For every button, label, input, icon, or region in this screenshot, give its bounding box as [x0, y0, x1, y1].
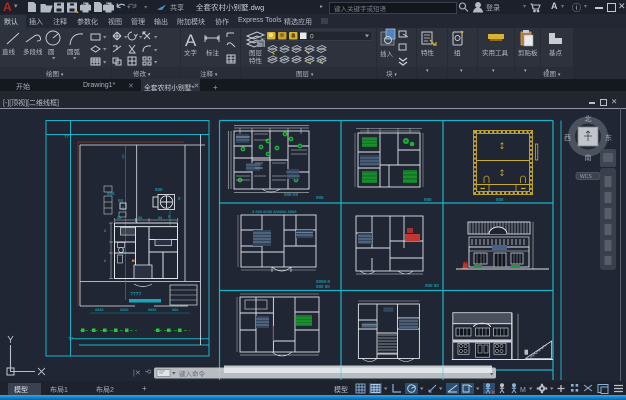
svg-text:????: ????	[130, 292, 141, 298]
svg-text:888: 888	[496, 197, 504, 202]
svg-text:8888: 8888	[95, 308, 103, 312]
svg-text:多段线: 多段线	[23, 47, 43, 56]
svg-text:圆弧: 圆弧	[67, 47, 81, 56]
svg-text:77: 77	[64, 134, 70, 139]
svg-text:8: 8	[104, 259, 106, 263]
svg-text:南: 南	[585, 153, 592, 162]
svg-text:⚲: ⚲	[144, 369, 152, 374]
svg-text:88: 88	[118, 198, 124, 203]
svg-text:标注: 标注	[206, 48, 220, 57]
svg-text:图层: 图层	[249, 49, 263, 57]
svg-text:|✕: |✕	[133, 370, 141, 377]
svg-text:北: 北	[585, 115, 592, 123]
svg-text:8888: 8888	[120, 308, 128, 312]
svg-text:8: 8	[104, 229, 106, 233]
svg-text:88: 88	[158, 216, 162, 220]
svg-text:实用工具: 实用工具	[482, 48, 509, 57]
svg-text:888 88: 888 88	[425, 283, 439, 288]
svg-text:东: 东	[605, 133, 612, 142]
svg-text:A: A	[185, 31, 197, 50]
svg-text:88: 88	[117, 216, 121, 220]
svg-text:特性: 特性	[249, 56, 263, 65]
svg-text:8 888 8888 888888 8888: 8 888 8888 888888 8888	[252, 209, 297, 214]
svg-text:888: 888	[172, 308, 178, 312]
svg-text:888: 888	[316, 195, 324, 200]
svg-text:8888: 8888	[148, 308, 156, 312]
svg-text:888: 888	[424, 197, 432, 202]
svg-text:西: 西	[564, 134, 571, 142]
svg-text:基点: 基点	[549, 48, 563, 57]
svg-text:77: 77	[68, 336, 74, 341]
svg-text:0: 0	[310, 34, 314, 41]
svg-text:直线: 直线	[2, 47, 16, 56]
svg-text:WCS: WCS	[580, 174, 592, 180]
svg-text:圆: 圆	[48, 48, 55, 56]
svg-text:888-88: 888-88	[284, 192, 299, 197]
svg-text:组: 组	[454, 48, 461, 57]
svg-text:插入: 插入	[380, 49, 394, 58]
svg-text:文字: 文字	[184, 48, 198, 57]
svg-text:键入命令: 键入命令	[179, 369, 206, 378]
svg-text:M: M	[520, 387, 526, 394]
svg-text:特性: 特性	[421, 48, 435, 57]
svg-text:888: 888	[155, 187, 163, 192]
svg-text:88: 88	[138, 216, 142, 220]
svg-text:888 88: 888 88	[316, 284, 330, 289]
svg-text:剪贴板: 剪贴板	[518, 48, 538, 57]
